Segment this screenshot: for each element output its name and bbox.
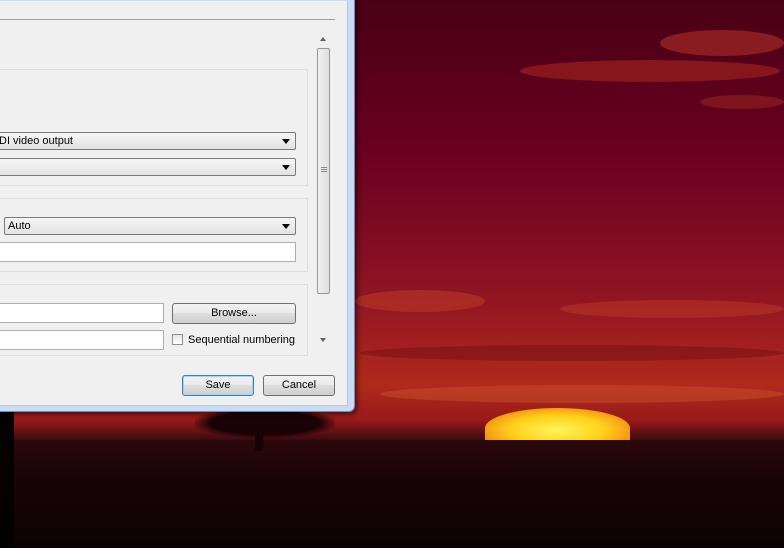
auto-select[interactable]: Auto xyxy=(4,217,296,235)
chevron-down-icon xyxy=(282,139,290,144)
video-output-select[interactable]: DI video output xyxy=(0,132,296,150)
chevron-down-icon xyxy=(282,224,290,229)
save-button[interactable]: Save xyxy=(182,375,254,396)
cancel-button[interactable]: Cancel xyxy=(263,375,335,396)
snapshot-prefix-field[interactable] xyxy=(0,330,164,350)
vertical-scrollbar[interactable] xyxy=(315,29,332,347)
cloud xyxy=(700,95,784,109)
sequential-numbering-checkbox[interactable] xyxy=(172,334,183,345)
video-output-value: DI video output xyxy=(0,135,73,147)
acacia-tree-trunk xyxy=(255,425,263,451)
scrollbar-thumb[interactable] xyxy=(317,48,330,294)
scroll-up-icon[interactable] xyxy=(320,37,326,41)
grip-icon xyxy=(321,169,327,170)
browse-button[interactable]: Browse... xyxy=(172,303,296,324)
auto-select-value: Auto xyxy=(8,220,31,232)
display-text-field[interactable] xyxy=(0,242,296,262)
acacia-tree-canopy xyxy=(195,408,335,438)
cloud xyxy=(380,385,784,403)
cloud xyxy=(355,290,485,312)
section-divider xyxy=(0,19,335,20)
chevron-down-icon xyxy=(282,165,290,170)
grip-icon xyxy=(321,171,327,172)
horizon-land xyxy=(0,440,784,548)
cloud xyxy=(360,345,784,361)
dialog-client-area: DI video output Auto Browse... Sequentia… xyxy=(0,1,348,406)
sequential-numbering-label: Sequential numbering xyxy=(188,334,296,346)
cloud xyxy=(520,60,780,82)
scroll-down-icon[interactable] xyxy=(320,338,326,342)
video-secondary-select[interactable] xyxy=(0,158,296,176)
grip-icon xyxy=(321,167,327,168)
wallpaper-shadow xyxy=(0,410,14,548)
preferences-dialog: DI video output Auto Browse... Sequentia… xyxy=(0,0,355,412)
cloud xyxy=(660,30,784,56)
cloud xyxy=(560,300,784,318)
snapshot-directory-field[interactable] xyxy=(0,303,164,323)
